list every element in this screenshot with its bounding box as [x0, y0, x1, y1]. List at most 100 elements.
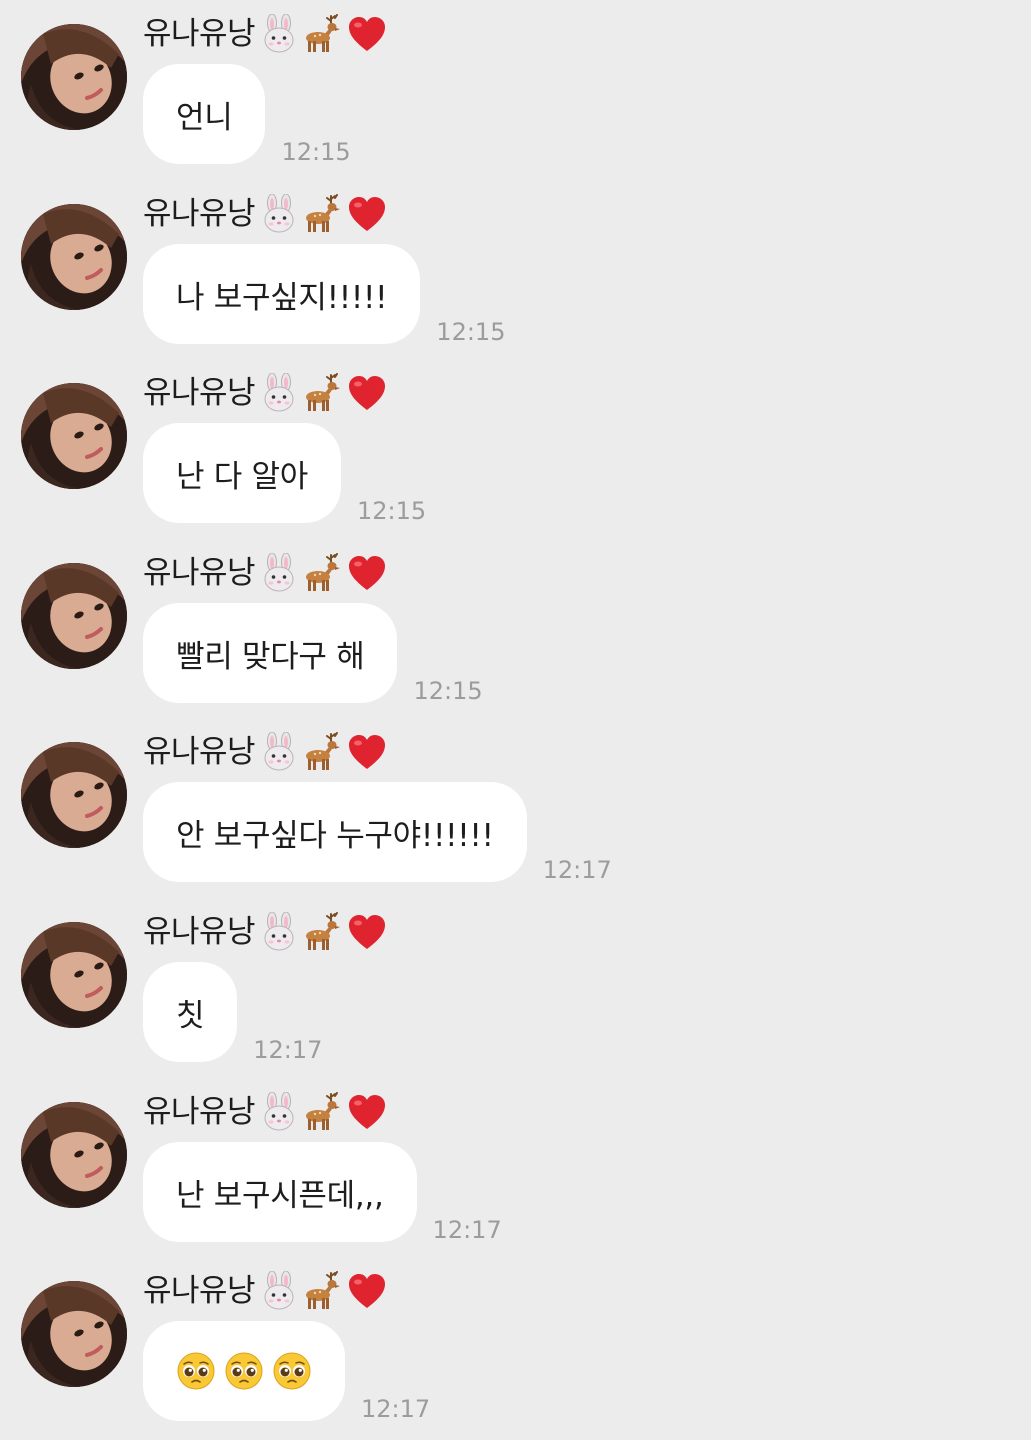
- rabbit-face-icon: [261, 1271, 297, 1311]
- message-text: 나 보구싶지!!!!!: [176, 279, 388, 316]
- deer-icon: [301, 912, 343, 952]
- deer-icon: [301, 14, 343, 54]
- deer-icon: [301, 732, 343, 772]
- deer-icon: [301, 194, 343, 234]
- sender-name: 유나유낭: [143, 375, 256, 411]
- rabbit-face-icon: [261, 194, 297, 234]
- message-bubble[interactable]: 나 보구싶지!!!!!: [143, 244, 421, 344]
- sender-emoji: [261, 912, 387, 952]
- pleading-emoji-group: [176, 1351, 312, 1391]
- sender-name: 유나유낭: [143, 196, 256, 232]
- message-bubble[interactable]: 언니: [143, 64, 266, 164]
- message-bubble[interactable]: 난 보구시픈데,,,: [143, 1142, 417, 1242]
- sender-name: 유나유낭: [143, 555, 256, 591]
- avatar[interactable]: [21, 922, 127, 1028]
- avatar[interactable]: [21, 1281, 127, 1387]
- rabbit-face-icon: [261, 14, 297, 54]
- red-heart-icon: [347, 1272, 387, 1310]
- sender-label: 유나유낭: [143, 1267, 387, 1315]
- pleading-face-icon: [224, 1351, 264, 1391]
- message-bubble[interactable]: 안 보구싶다 누구야!!!!!!: [143, 782, 527, 882]
- message-row: 유나유낭: [0, 1078, 1031, 1258]
- sender-label: 유나유낭: [143, 549, 387, 597]
- sender-emoji: [261, 194, 387, 234]
- bubble-row: 칫 12:17: [143, 962, 323, 1064]
- sender-label: 유나유낭: [143, 728, 387, 776]
- sender-label: 유나유낭: [143, 369, 387, 417]
- bubble-row: 안 보구싶다 누구야!!!!!! 12:17: [143, 782, 612, 884]
- sender-emoji: [261, 14, 387, 54]
- bubble-row: 언니 12:15: [143, 64, 351, 166]
- message-time: 12:15: [436, 318, 506, 346]
- sender-emoji: [261, 1092, 387, 1132]
- sender-emoji: [261, 732, 387, 772]
- rabbit-face-icon: [261, 553, 297, 593]
- message-row: 유나유낭: [0, 0, 1031, 180]
- message-time: 12:17: [253, 1036, 323, 1064]
- red-heart-icon: [347, 1093, 387, 1131]
- bubble-row: 나 보구싶지!!!!! 12:15: [143, 244, 506, 346]
- avatar-photo: [21, 563, 127, 669]
- deer-icon: [301, 1092, 343, 1132]
- red-heart-icon: [347, 913, 387, 951]
- sender-name: 유나유낭: [143, 16, 256, 52]
- bubble-row: 난 보구시픈데,,, 12:17: [143, 1142, 502, 1244]
- avatar[interactable]: [21, 563, 127, 669]
- red-heart-icon: [347, 374, 387, 412]
- red-heart-icon: [347, 733, 387, 771]
- message-row: 유나유낭: [0, 180, 1031, 360]
- sender-emoji: [261, 553, 387, 593]
- red-heart-icon: [347, 554, 387, 592]
- chat-thread: 유나유낭 언니 12:15 유나유낭 나 보구싶지!!!!! 12:15 유나유…: [0, 0, 1031, 1440]
- avatar-photo: [21, 24, 127, 130]
- avatar[interactable]: [21, 1102, 127, 1208]
- sender-name: 유나유낭: [143, 1094, 256, 1130]
- red-heart-icon: [347, 195, 387, 233]
- message-time: 12:15: [357, 497, 427, 525]
- avatar[interactable]: [21, 24, 127, 130]
- message-text: 난 다 알아: [176, 458, 308, 495]
- sender-name: 유나유낭: [143, 914, 256, 950]
- message-time: 12:17: [542, 856, 612, 884]
- message-time: 12:17: [361, 1395, 431, 1423]
- avatar-photo: [21, 742, 127, 848]
- sender-emoji: [261, 1271, 387, 1311]
- avatar-photo: [21, 1281, 127, 1387]
- avatar[interactable]: [21, 204, 127, 310]
- rabbit-face-icon: [261, 373, 297, 413]
- sender-label: 유나유낭: [143, 190, 387, 238]
- deer-icon: [301, 373, 343, 413]
- message-text: 칫: [176, 997, 205, 1034]
- sender-label: 유나유낭: [143, 908, 387, 956]
- message-row: 유나유낭: [0, 539, 1031, 719]
- message-bubble[interactable]: 빨리 맞다구 해: [143, 603, 398, 703]
- avatar-photo: [21, 922, 127, 1028]
- message-text: 언니: [176, 99, 233, 136]
- bubble-row: 빨리 맞다구 해 12:15: [143, 603, 483, 705]
- message-row: 유나유낭: [0, 718, 1031, 898]
- avatar-photo: [21, 383, 127, 489]
- sender-name: 유나유낭: [143, 734, 256, 770]
- avatar[interactable]: [21, 742, 127, 848]
- message-row: 유나유낭: [0, 359, 1031, 539]
- message-row: 유나유낭: [0, 1257, 1031, 1437]
- message-text: 안 보구싶다 누구야!!!!!!: [176, 817, 494, 854]
- message-bubble[interactable]: 난 다 알아: [143, 423, 341, 523]
- message-bubble[interactable]: [143, 1321, 345, 1421]
- sender-emoji: [261, 373, 387, 413]
- bubble-row: 난 다 알아 12:15: [143, 423, 427, 525]
- red-heart-icon: [347, 15, 387, 53]
- deer-icon: [301, 553, 343, 593]
- avatar[interactable]: [21, 383, 127, 489]
- message-time: 12:15: [281, 138, 351, 166]
- message-text: 난 보구시픈데,,,: [176, 1177, 384, 1214]
- message-time: 12:17: [432, 1216, 502, 1244]
- message-bubble[interactable]: 칫: [143, 962, 238, 1062]
- avatar-photo: [21, 204, 127, 310]
- pleading-face-icon: [176, 1351, 216, 1391]
- rabbit-face-icon: [261, 732, 297, 772]
- pleading-face-icon: [272, 1351, 312, 1391]
- sender-name: 유나유낭: [143, 1273, 256, 1309]
- deer-icon: [301, 1271, 343, 1311]
- sender-label: 유나유낭: [143, 10, 387, 58]
